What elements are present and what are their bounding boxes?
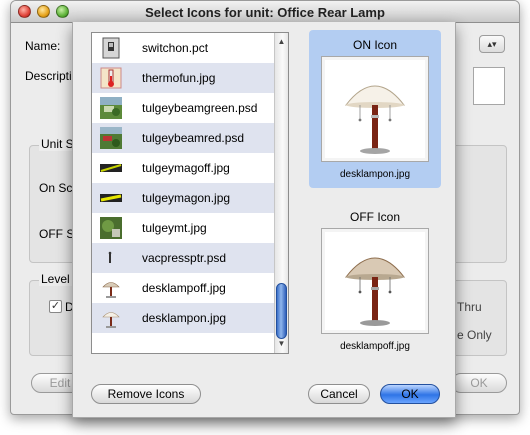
ok-button[interactable]: OK — [380, 384, 440, 404]
title-bar: Select Icons for unit: Office Rear Lamp — [11, 1, 519, 23]
main-ok-button[interactable]: OK — [451, 373, 507, 393]
on-icon-filename: desklampon.jpg — [339, 169, 411, 180]
file-name: desklampoff.jpg — [142, 281, 226, 295]
list-item[interactable]: tulgeymagoff.jpg — [92, 153, 276, 183]
switch-thumbnail — [100, 37, 122, 59]
lamp-on-image — [344, 85, 406, 154]
remove-icons-button[interactable]: Remove Icons — [91, 384, 201, 404]
off-icon-filename: desklampoff.jpg — [340, 341, 410, 352]
list-item[interactable]: desklampoff.jpg — [92, 273, 276, 303]
file-name: thermofun.jpg — [142, 71, 216, 85]
on-icon-panel[interactable]: ON Icon desklampon.jpg — [309, 30, 441, 188]
thru-label: Thru — [457, 300, 482, 314]
description-field[interactable] — [473, 67, 505, 105]
list-item[interactable]: tulgeymt.jpg — [92, 213, 276, 243]
file-name: tulgeymagon.jpg — [142, 191, 231, 205]
file-name: desklampon.jpg — [142, 311, 227, 325]
only-label: e Only — [457, 328, 492, 342]
list-item[interactable]: desklampon.jpg — [92, 303, 276, 333]
on-icon-title: ON Icon — [352, 38, 397, 52]
list-scrollbar[interactable]: ▲ ▼ — [274, 33, 288, 353]
landscape-thumbnail — [100, 217, 122, 239]
landscape-thumbnail — [100, 97, 122, 119]
off-icon-title: OFF Icon — [349, 210, 400, 224]
lamp-thumbnail — [100, 307, 122, 329]
description-label: Descriptio — [25, 69, 79, 83]
select-icons-sheet: switchon.pct thermofun.jpg tulgeybeamgre… — [72, 22, 456, 418]
cancel-button[interactable]: Cancel — [308, 384, 370, 404]
off-icon-well[interactable] — [321, 228, 429, 334]
file-name: tulgeymagoff.jpg — [142, 161, 230, 175]
name-popup-arrows[interactable]: ▴▾ — [479, 35, 505, 53]
pointer-thumbnail — [100, 247, 122, 269]
level-checkbox[interactable]: ✓ — [49, 300, 62, 313]
landscape-thumbnail — [100, 127, 122, 149]
file-name: tulgeymt.jpg — [142, 221, 207, 235]
list-item[interactable]: vacpressptr.psd — [92, 243, 276, 273]
scrollbar-thumb[interactable] — [276, 283, 287, 339]
list-item[interactable]: tulgeybeamred.psd — [92, 123, 276, 153]
icon-file-list[interactable]: switchon.pct thermofun.jpg tulgeybeamgre… — [91, 32, 289, 354]
scroll-up-arrow-icon[interactable]: ▲ — [276, 37, 287, 47]
file-name: vacpressptr.psd — [142, 251, 227, 265]
on-screen-label: On Scr — [39, 181, 77, 195]
name-label: Name: — [25, 39, 61, 53]
off-icon-panel[interactable]: OFF Icon desklampoff.jpg — [309, 202, 441, 360]
file-name: tulgeybeamred.psd — [142, 131, 245, 145]
list-item[interactable]: switchon.pct — [92, 33, 276, 63]
lamp-off-image — [344, 257, 406, 326]
file-name: tulgeybeamgreen.psd — [142, 101, 258, 115]
list-item[interactable]: tulgeymagon.jpg — [92, 183, 276, 213]
thermometer-thumbnail — [100, 67, 122, 89]
magnet-thumbnail — [100, 187, 122, 209]
magnet-thumbnail — [100, 157, 122, 179]
lamp-thumbnail — [100, 277, 122, 299]
list-item[interactable]: tulgeybeamgreen.psd — [92, 93, 276, 123]
file-name: switchon.pct — [142, 41, 209, 55]
list-item[interactable]: thermofun.jpg — [92, 63, 276, 93]
window-title: Select Icons for unit: Office Rear Lamp — [145, 5, 385, 20]
scroll-down-arrow-icon[interactable]: ▼ — [276, 339, 287, 349]
on-icon-well[interactable] — [321, 56, 429, 162]
